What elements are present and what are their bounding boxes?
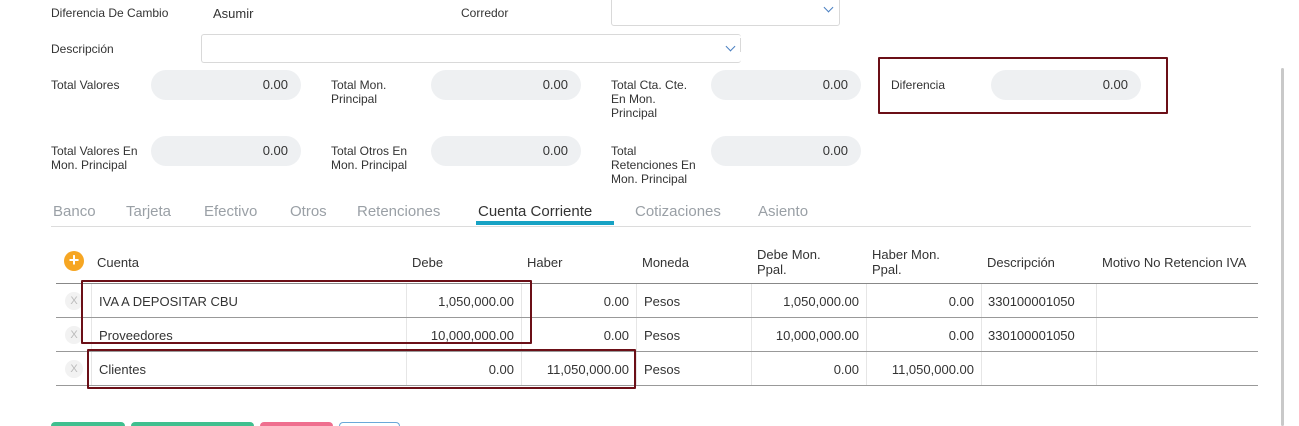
diferencia-cambio-value[interactable]: Asumir — [213, 6, 253, 21]
row2-debe-ppal: 10,000,000.00 — [775, 328, 859, 343]
tab-cotizaciones[interactable]: Cotizaciones — [635, 203, 721, 220]
col-sep — [636, 284, 637, 385]
row1-haber[interactable]: 0.00 — [521, 294, 629, 309]
total-valores-field: 0.00 — [151, 70, 301, 100]
tab-efectivo[interactable]: Efectivo — [204, 203, 257, 220]
x-icon[interactable]: X — [65, 292, 83, 310]
col-cuenta: Cuenta — [97, 255, 139, 270]
row1-debe[interactable]: 1,050,000.00 — [406, 294, 514, 309]
col-sep — [1096, 284, 1097, 385]
footer-button-3[interactable] — [260, 422, 333, 426]
diferencia-field: 0.00 — [991, 70, 1141, 100]
total-otros-field: 0.00 — [431, 136, 581, 166]
row-rule — [56, 385, 1258, 386]
row3-moneda[interactable]: Pesos — [644, 362, 680, 377]
row1-cuenta[interactable]: IVA A DEPOSITAR CBU — [99, 294, 238, 309]
row1-descripcion[interactable]: 330100001050 — [988, 294, 1075, 309]
row1-moneda[interactable]: Pesos — [644, 294, 680, 309]
footer-button-1[interactable] — [51, 422, 125, 426]
row2-descripcion[interactable]: 330100001050 — [988, 328, 1075, 343]
col-sep — [981, 284, 982, 385]
chevron-down-icon[interactable] — [725, 41, 736, 52]
corredor-select[interactable] — [611, 0, 840, 26]
active-tab-indicator — [476, 221, 614, 225]
tab-cuenta-corriente[interactable]: Cuenta Corriente — [478, 203, 592, 220]
row2-moneda[interactable]: Pesos — [644, 328, 680, 343]
chevron-down-icon[interactable] — [823, 2, 834, 13]
row-rule — [56, 317, 1258, 318]
x-icon[interactable]: X — [65, 360, 83, 378]
col-debe-ppal: Debe Mon. Ppal. — [757, 247, 821, 277]
col-haber-ppal: Haber Mon. Ppal. — [872, 247, 940, 277]
vertical-scrollbar[interactable] — [1281, 68, 1284, 426]
col-haber: Haber — [527, 255, 563, 270]
row3-haber[interactable]: 11,050,000.00 — [521, 362, 629, 377]
row2-debe[interactable]: 10,000,000.00 — [406, 328, 514, 343]
row3-cuenta[interactable]: Clientes — [99, 362, 146, 377]
col-descripcion: Descripción — [987, 255, 1055, 270]
tab-banco[interactable]: Banco — [53, 203, 96, 220]
descripcion-select[interactable] — [201, 34, 741, 63]
diferencia-label: Diferencia — [891, 78, 946, 92]
plus-circle-icon[interactable]: + — [64, 251, 84, 271]
corredor-label: Corredor — [461, 6, 509, 20]
tab-asiento[interactable]: Asiento — [758, 203, 808, 220]
row1-debe-ppal: 1,050,000.00 — [783, 294, 859, 309]
descripcion-label: Descripción — [51, 42, 114, 56]
total-cta-cte-field: 0.00 — [711, 70, 861, 100]
total-valores-mon-field: 0.00 — [151, 136, 301, 166]
col-moneda: Moneda — [642, 255, 689, 270]
col-motivo: Motivo No Retencion IVA — [1102, 255, 1247, 270]
tab-tarjeta[interactable]: Tarjeta — [126, 203, 171, 220]
footer-button-4[interactable] — [339, 422, 400, 426]
row3-haber-ppal: 11,050,000.00 — [891, 362, 974, 377]
x-icon[interactable]: X — [65, 326, 83, 344]
header-rule — [56, 283, 1258, 284]
row2-haber-ppal: 0.00 — [948, 328, 974, 343]
row2-cuenta[interactable]: Proveedores — [99, 328, 173, 343]
total-otros-label: Total Otros En Mon. Principal — [331, 144, 408, 172]
total-valores-mon-label: Total Valores En Mon. Principal — [51, 144, 138, 172]
footer-button-2[interactable] — [131, 422, 254, 426]
total-cta-cte-label: Total Cta. Cte. En Mon. Principal — [611, 78, 688, 120]
total-valores-label: Total Valores — [51, 78, 120, 92]
col-debe: Debe — [412, 255, 444, 270]
row2-haber[interactable]: 0.00 — [521, 328, 629, 343]
row1-haber-ppal: 0.00 — [948, 294, 974, 309]
tabs-divider — [51, 226, 1251, 227]
diferencia-cambio-label: Diferencia De Cambio — [51, 6, 169, 20]
col-sep — [91, 284, 92, 385]
row-rule — [56, 351, 1258, 352]
select-edge — [740, 38, 741, 52]
total-mon-principal-field: 0.00 — [431, 70, 581, 100]
total-retenciones-label: Total Retenciones En Mon. Principal — [611, 144, 696, 186]
tab-retenciones[interactable]: Retenciones — [357, 203, 440, 220]
row3-debe[interactable]: 0.00 — [406, 362, 514, 377]
total-mon-principal-label: Total Mon. Principal — [331, 78, 387, 106]
tab-otros[interactable]: Otros — [290, 203, 327, 220]
row3-debe-ppal: 0.00 — [833, 362, 859, 377]
total-retenciones-field: 0.00 — [711, 136, 861, 166]
